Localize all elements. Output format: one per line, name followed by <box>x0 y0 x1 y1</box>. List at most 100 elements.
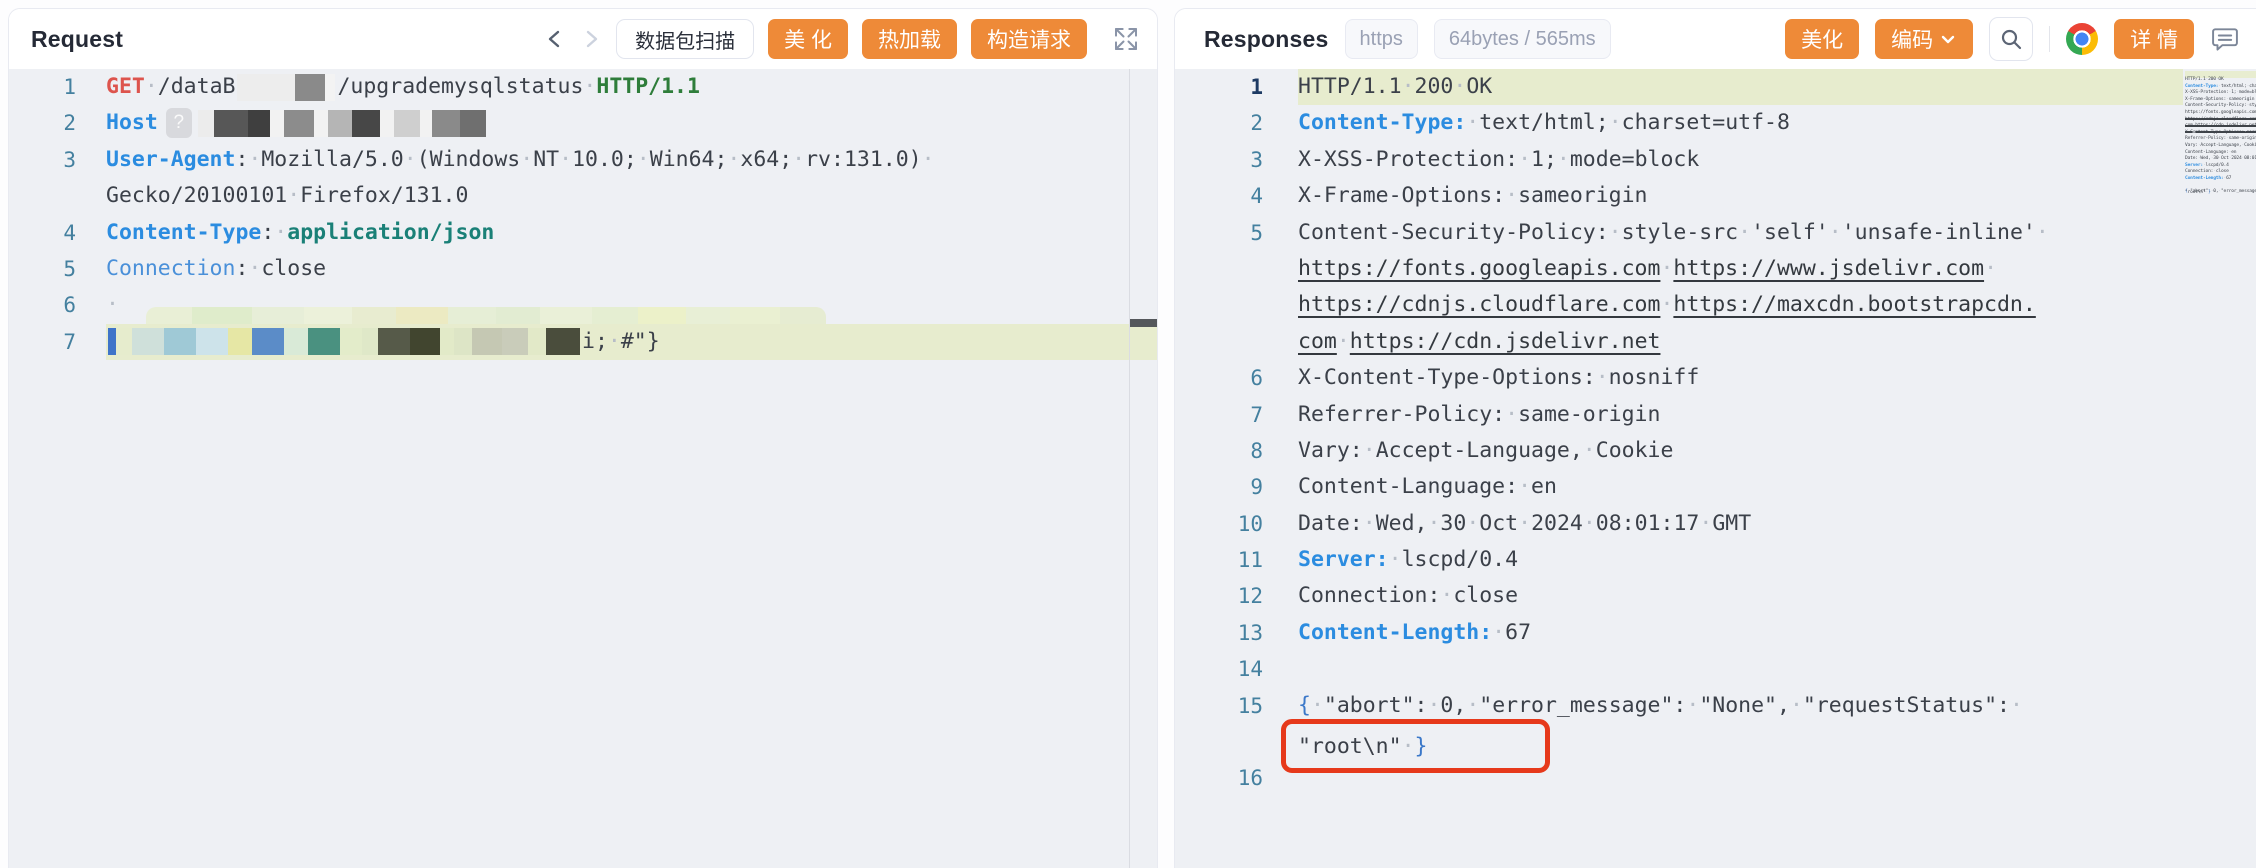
line-number: 13 <box>1175 615 1263 651</box>
request-title: Request <box>31 26 123 53</box>
line-number: 7 <box>1175 397 1263 433</box>
code-line-content: Content-Language:·en <box>2185 144 2256 151</box>
comment-button[interactable] <box>2210 18 2240 60</box>
code-line-content: Gecko/20100101·Firefox/131.0 <box>106 178 1157 214</box>
line-number <box>1175 251 1263 287</box>
search-button[interactable] <box>1989 17 2033 61</box>
code-token: ·lscpd/0.4 <box>1389 547 1518 572</box>
request-code-editor[interactable]: 1GET·/dataB/upgrademysqlstatus·HTTP/1.12… <box>9 69 1157 868</box>
hot-reload-button[interactable]: 热加载 <box>862 19 957 59</box>
code-line: https://fonts.googleapis.com·https://www… <box>1175 251 2256 287</box>
code-line: 12 Connection:·close <box>1175 578 2256 614</box>
code-token: GET· <box>106 74 158 99</box>
responses-panel: Responses https 64bytes / 565ms 美化 编码 详 … <box>1174 8 2256 868</box>
code-token: /upgrademysqlstatus· <box>337 74 596 99</box>
beautify-response-button[interactable]: 美化 <box>1785 19 1859 59</box>
code-line: Gecko/20100101·Firefox/131.0 <box>9 178 1157 214</box>
redacted-blocks <box>108 328 580 355</box>
code-line: 12Connection:·close <box>2183 163 2256 170</box>
code-token: Referrer-Policy:·same-origin <box>1298 402 1660 427</box>
chevron-left-icon <box>544 28 566 50</box>
code-line-content: Content-Security-Policy:·style-src·'self… <box>2185 97 2256 104</box>
code-line: 3X-XSS-Protection:·1;·mode=block <box>2183 84 2256 91</box>
code-line-content: Vary:·Accept-Language,·Cookie <box>1298 433 2256 469</box>
code-line: 9Content-Language:·en <box>1175 469 2256 505</box>
code-line-content: https://fonts.googleapis.com·https://www… <box>2185 104 2256 111</box>
packet-scan-button[interactable]: 数据包扫描 <box>616 19 754 59</box>
code-line-content: X-Frame-Options:·sameorigin <box>2185 91 2256 98</box>
code-line-content: User-Agent:·Mozilla/5.0·(Windows·NT·10.0… <box>106 142 1157 178</box>
code-token: "root\n" <box>2185 190 2206 195</box>
code-line-content: Referrer-Policy:·same-origin <box>2185 130 2256 137</box>
redacted-blocks <box>146 307 826 324</box>
code-line: 7Referrer-Policy:·same-origin <box>2183 130 2256 137</box>
code-line: 15{·"abort":·0,·"error_message":·"None",… <box>2183 183 2256 190</box>
code-token: https://fonts.googleapis.com <box>1298 256 1660 281</box>
code-line-content: Content-Type:·text/html;·charset=utf-8 <box>1298 105 2256 141</box>
code-line: 5Connection:·close <box>9 251 1157 287</box>
code-line-content: https://cdnjs.cloudflare.com·https://max… <box>2185 111 2256 118</box>
line-number: 11 <box>1175 542 1263 578</box>
line-number: 16 <box>1175 760 1263 796</box>
code-token: ·67 <box>1492 620 1531 645</box>
code-line-content: Content-Length:·67 <box>1298 615 2256 651</box>
chevron-down-icon <box>1939 30 1957 48</box>
code-token: https://cdnjs.cloudflare.com <box>1298 292 1660 317</box>
code-token: Content-Type: <box>1298 110 1466 135</box>
build-request-button[interactable]: 构造请求 <box>971 19 1087 59</box>
history-next-button[interactable] <box>580 18 602 60</box>
beautify-request-button[interactable]: 美 化 <box>768 19 848 59</box>
code-line: 10 Date:·Wed,·30·Oct·2024·08:01:17·GMT <box>1175 506 2256 542</box>
code-token: :·close <box>235 256 326 281</box>
question-badge[interactable]: ? <box>166 108 192 138</box>
code-line: 8Vary:·Accept-Language,·Cookie <box>2183 137 2256 144</box>
details-button[interactable]: 详 情 <box>2114 19 2194 59</box>
code-token: ·text/html;·charset=utf-8 <box>1466 110 1790 135</box>
code-line-content: Date:·Wed,·30·Oct·2024·08:01:17·GMT <box>1298 506 2256 542</box>
line-number: 3 <box>9 142 76 178</box>
code-token: { <box>1298 693 1311 718</box>
response-code-editor[interactable]: 1HTTP/1.1·200·OK2Content-Type:·text/html… <box>1175 69 2256 868</box>
encode-button[interactable]: 编码 <box>1875 19 1973 59</box>
toolbar-divider <box>2049 26 2050 52</box>
code-line-content: "root\n"·} <box>1298 724 2256 760</box>
code-line-content: X-Frame-Options:·sameorigin <box>1298 178 2256 214</box>
code-line: 1GET·/dataB/upgrademysqlstatus·HTTP/1.1 <box>9 69 1157 105</box>
code-line: 2Host? <box>9 105 1157 141</box>
code-line: com·https://cdn.jsdelivr.net <box>1175 324 2256 360</box>
responses-header: Responses https 64bytes / 565ms 美化 编码 详 … <box>1175 9 2256 69</box>
red-annotation-box: "root\n"·} <box>2185 190 2211 195</box>
code-token: Content-Length: <box>1298 620 1492 645</box>
encode-button-label: 编码 <box>1891 24 1933 54</box>
line-number: 15 <box>1175 688 1263 724</box>
code-line: 11Server:·lscpd/0.4 <box>2183 157 2256 164</box>
code-line-content: X-Content-Type-Options:·nosniff <box>2185 124 2256 131</box>
code-line: "root\n"·} <box>2183 190 2256 197</box>
code-token: ·"abort":·0,·"error_message":·"None",·"r… <box>1311 693 2023 718</box>
code-token: "root\n" <box>1298 734 1402 759</box>
size-time-badge: 64bytes / 565ms <box>1434 19 1611 59</box>
code-line-content: Vary:·Accept-Language,·Cookie <box>2185 137 2256 144</box>
code-line-content: Content-Type:·application/json <box>106 215 1157 251</box>
chrome-icon[interactable] <box>2066 23 2098 55</box>
code-line: 3X-XSS-Protection:·1;·mode=block <box>1175 142 2256 178</box>
line-number: 10 <box>1175 506 1263 542</box>
code-line-content: Content-Length:·67 <box>2185 170 2256 177</box>
history-prev-button[interactable] <box>544 18 566 60</box>
minimap[interactable]: 1HTTP/1.1·200·OK2Content-Type:·text/html… <box>2183 71 2256 221</box>
code-token: /dataB <box>158 74 236 99</box>
code-line-content: GET·/dataB/upgrademysqlstatus·HTTP/1.1 <box>106 69 1157 105</box>
code-token: Date:·Wed,·30·Oct·2024·08:01:17·GMT <box>1298 511 1751 536</box>
code-token: Connection:·close <box>1298 583 1518 608</box>
request-header: Request 数据包扫描 美 化 热加载 构造请求 <box>9 9 1157 69</box>
code-line-content: {·"abort":·0,·"error_message":·"None",·"… <box>2185 183 2256 190</box>
code-token: User-Agent <box>106 147 235 172</box>
line-number: 2 <box>1175 105 1263 141</box>
code-line-content: X-XSS-Protection:·1;·mode=block <box>2185 84 2256 91</box>
line-number: 12 <box>1175 578 1263 614</box>
fullscreen-button[interactable] <box>1111 18 1141 60</box>
code-line: 9Content-Language:·en <box>2183 144 2256 151</box>
code-token: HTTP/1.1 <box>596 74 700 99</box>
code-token: Host <box>106 110 158 135</box>
code-token: · <box>1402 734 1415 759</box>
